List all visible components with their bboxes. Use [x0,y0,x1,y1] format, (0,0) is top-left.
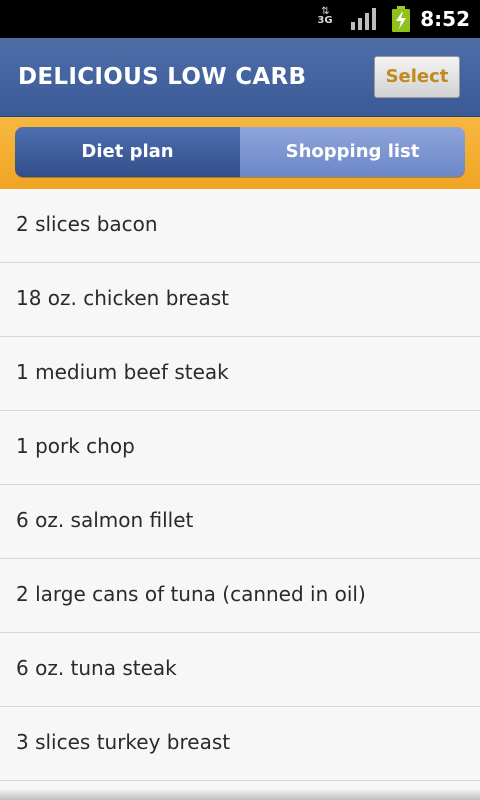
app-title: DELICIOUS LOW CARB [18,64,307,90]
status-bar: ⇅ 3G 8:52 [0,0,480,38]
list-item[interactable]: 3 slices turkey breast [0,707,480,781]
list-item[interactable]: 6 oz. tuna steak [0,633,480,707]
select-button[interactable]: Select [374,56,460,98]
signal-icon [351,8,376,30]
tab-shopping-list[interactable]: Shopping list [240,127,465,177]
network-3g-icon: ⇅ 3G [316,7,334,31]
segmented-control: Diet plan Shopping list [15,127,465,177]
list-item[interactable]: 1 medium beef steak [0,337,480,411]
shopping-list: 2 slices bacon 18 oz. chicken breast 1 m… [0,189,480,796]
network-type-label: 3G [317,15,333,26]
tab-diet-plan[interactable]: Diet plan [15,127,240,177]
clock: 8:52 [420,7,470,31]
list-item[interactable]: 1 pork chop [0,411,480,485]
title-bar: DELICIOUS LOW CARB Select [0,38,480,117]
list-item[interactable]: 6 oz. salmon fillet [0,485,480,559]
battery-charging-icon [392,6,410,32]
list-item[interactable]: 18 oz. chicken breast [0,263,480,337]
list-item[interactable]: 2 slices bacon [0,189,480,263]
tab-strip: Diet plan Shopping list [0,117,480,191]
bottom-edge-shadow [0,790,480,800]
list-item[interactable]: 2 large cans of tuna (canned in oil) [0,559,480,633]
